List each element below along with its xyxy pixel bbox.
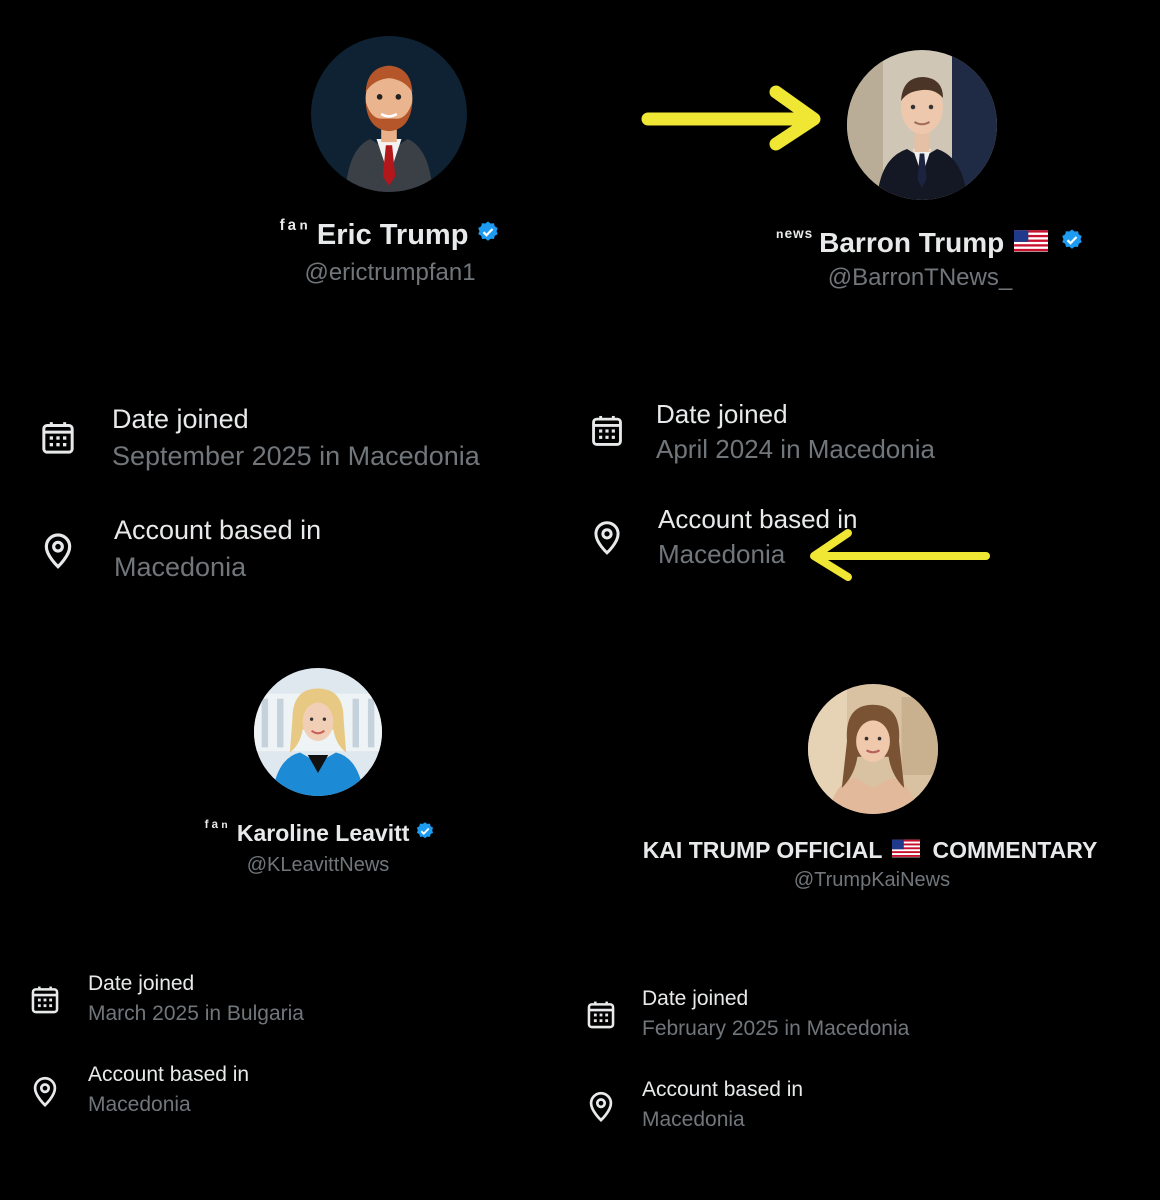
display-name-line: KAI TRUMP OFFICIAL COMMENTARY [580, 832, 1160, 868]
date-joined-label: Date joined [642, 987, 749, 1010]
handle[interactable]: @BarronTNews_ [720, 264, 1120, 292]
yellow-arrow-left-icon [810, 529, 990, 581]
profile-photo-icon [254, 668, 382, 796]
verified-badge-icon [415, 820, 435, 847]
name-prefix: ᶠᵃⁿ [204, 817, 231, 836]
date-joined-row: Date joined March 2025 in Bulgaria [28, 970, 304, 1030]
location-pin-icon [28, 1073, 62, 1114]
handle[interactable]: @TrumpKaiNews [672, 869, 1072, 892]
handle[interactable]: @erictrumpfan1 [190, 259, 590, 287]
yellow-arrow-right-icon [641, 85, 821, 151]
display-name: Karoline Leavitt [236, 819, 410, 846]
avatar-eric[interactable] [311, 36, 467, 192]
avatar-barron[interactable] [847, 50, 997, 200]
date-joined-row: Date joined February 2025 in Macedonia [584, 985, 909, 1045]
name-prefix: ⁿᵉʷˢ [775, 225, 814, 248]
calendar-icon [38, 418, 78, 463]
display-name: Eric Trump [316, 218, 469, 251]
display-name-line: ⁿᵉʷˢ Barron Trump [640, 223, 1160, 263]
account-based-label: Account based in [114, 515, 322, 545]
location-pin-icon [38, 529, 78, 576]
date-joined-row: Date joined September 2025 in Macedonia [38, 402, 480, 476]
handle[interactable]: @KLeavittNews [118, 854, 518, 877]
profile-photo-icon [808, 684, 938, 814]
profile-panel-eric: ᶠᵃⁿ Eric Trump @erictrumpfan1 Date joine… [0, 0, 580, 640]
account-based-row: Account based in Macedonia [28, 1061, 249, 1121]
account-based-row: Account based in Macedonia [584, 1076, 803, 1136]
display-name-suffix: COMMENTARY [932, 836, 1098, 863]
date-joined-value: February 2025 in Macedonia [642, 1017, 910, 1040]
location-pin-icon [584, 1088, 618, 1129]
date-joined-label: Date joined [656, 399, 788, 429]
display-name: KAI TRUMP OFFICIAL [642, 836, 883, 863]
date-joined-row: Date joined April 2024 in Macedonia [588, 398, 935, 468]
us-flag-icon [892, 837, 921, 864]
date-joined-label: Date joined [88, 972, 195, 995]
verified-badge-icon [476, 219, 500, 252]
calendar-icon [584, 998, 618, 1037]
date-joined-value: April 2024 in Macedonia [656, 434, 935, 464]
display-name-line: ᶠᵃⁿ Karoline Leavitt [40, 816, 600, 850]
location-pin-icon [588, 517, 626, 562]
name-prefix: ᶠᵃⁿ [279, 215, 311, 240]
profile-panel-kai: KAI TRUMP OFFICIAL COMMENTARY @TrumpKaiN… [580, 640, 1150, 1200]
account-based-row: Account based in Macedonia [38, 513, 321, 587]
account-based-value: Macedonia [114, 552, 247, 582]
display-name: Barron Trump [819, 227, 1005, 258]
verified-badge-icon [1060, 227, 1084, 259]
calendar-icon [588, 412, 626, 455]
date-joined-value: March 2025 in Bulgaria [88, 1002, 304, 1025]
account-based-value: Macedonia [642, 1108, 745, 1131]
date-joined-value: September 2025 in Macedonia [112, 441, 480, 471]
cartoon-avatar-icon [311, 36, 467, 192]
account-based-label: Account based in [88, 1063, 250, 1086]
calendar-icon [28, 983, 62, 1022]
profile-photo-icon [847, 50, 997, 200]
account-based-value: Macedonia [88, 1093, 191, 1116]
avatar-karoline[interactable] [254, 668, 382, 796]
profile-panel-karoline: ᶠᵃⁿ Karoline Leavitt @KLeavittNews Date … [0, 640, 580, 1200]
date-joined-label: Date joined [112, 404, 249, 434]
account-based-label: Account based in [642, 1078, 804, 1101]
avatar-kai[interactable] [808, 684, 938, 814]
us-flag-icon [1014, 227, 1049, 259]
